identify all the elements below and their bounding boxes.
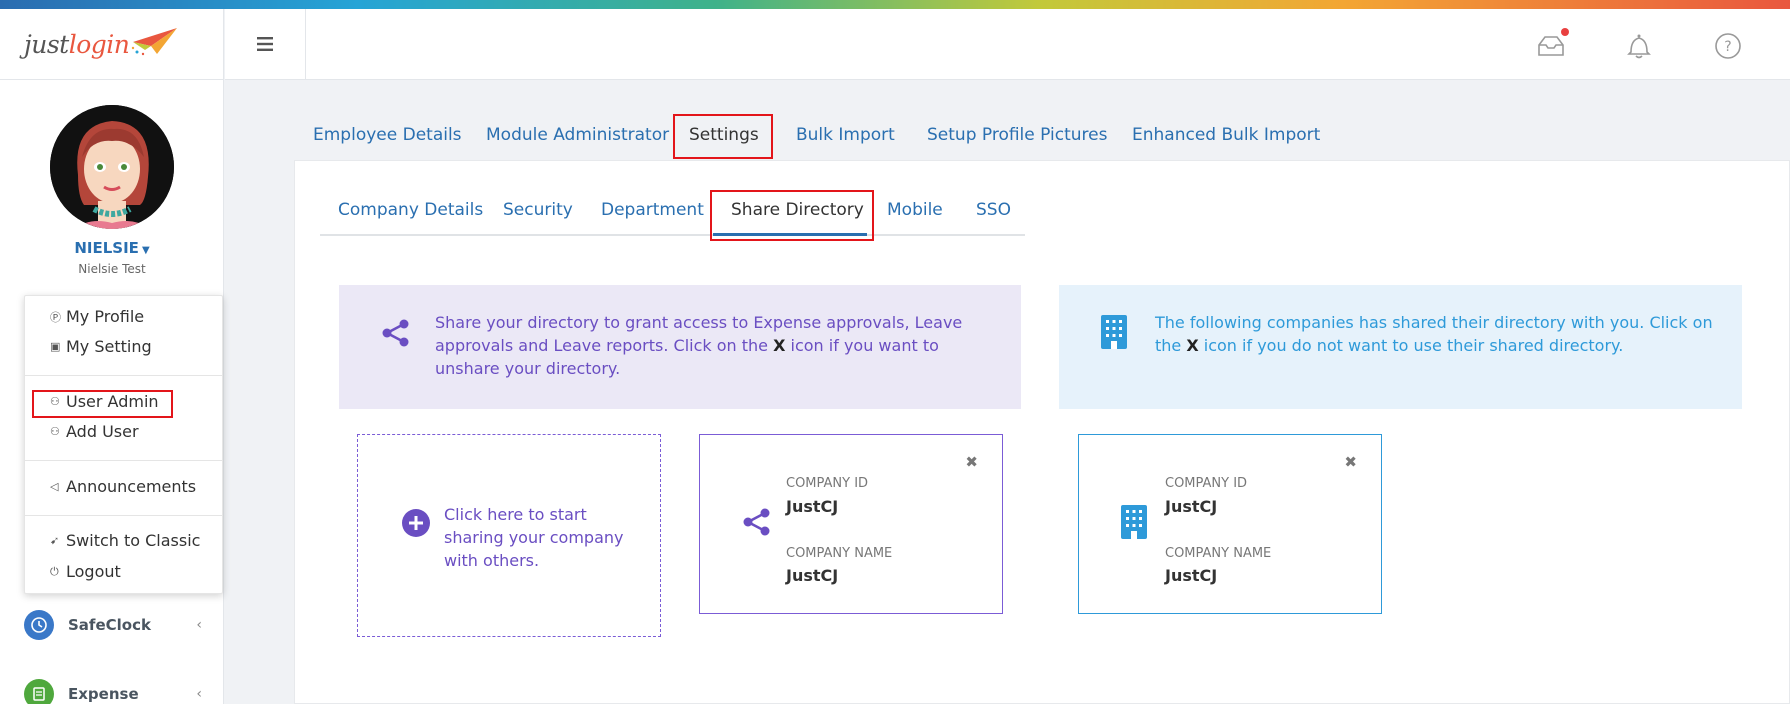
menu-item-my-profile[interactable]: Ⓟ My Profile — [50, 307, 144, 326]
setting-icon: ▣ — [50, 340, 61, 353]
notifications-button[interactable] — [1623, 30, 1655, 62]
settings-tab-highlight — [673, 114, 773, 159]
tab-company-details[interactable]: Company Details — [338, 200, 483, 220]
menu-item-label: Logout — [66, 562, 121, 581]
unshare-close-icon[interactable]: ✖ — [965, 453, 978, 471]
share-icon — [382, 319, 409, 347]
profile-icon: Ⓟ — [50, 310, 61, 324]
tab-setup-profile-pictures[interactable]: Setup Profile Pictures — [927, 125, 1107, 145]
share-company-add-card[interactable]: Click here to start sharing your company… — [357, 434, 661, 637]
shared-info-text: The following companies has shared their… — [1155, 311, 1715, 357]
menu-item-my-setting[interactable]: ▣ My Setting — [50, 337, 152, 356]
inbox-icon — [1538, 36, 1564, 56]
tab-employee-details[interactable]: Employee Details — [313, 125, 462, 145]
shared-with-you-info-banner: The following companies has shared their… — [1059, 285, 1742, 409]
remove-close-icon[interactable]: ✖ — [1344, 453, 1357, 471]
user-name-dropdown[interactable]: NIELSIE ▼ — [0, 239, 224, 257]
share-icon — [743, 508, 770, 536]
tab-security[interactable]: Security — [503, 200, 573, 220]
user-admin-highlight — [32, 390, 173, 418]
logo[interactable]: just login — [0, 9, 223, 80]
menu-item-label: Announcements — [66, 477, 197, 496]
menu-item-label: My Profile — [66, 307, 145, 326]
bell-icon — [1627, 34, 1651, 59]
shared-info-text-part: icon if you do not want to use their sha… — [1198, 336, 1624, 355]
svg-text:?: ? — [1724, 39, 1731, 55]
sidebar-item-label: Expense — [68, 685, 139, 703]
company-id-value: JustCJ — [1165, 497, 1218, 516]
x-emphasis: X — [773, 336, 786, 355]
company-id-value: JustCJ — [786, 497, 839, 516]
company-name-label: COMPANY NAME — [1165, 546, 1272, 561]
clock-icon — [24, 610, 54, 640]
paper-plane-icon: ➹ — [50, 534, 60, 547]
add-user-icon: ⚇ — [50, 425, 60, 438]
company-name-label: COMPANY NAME — [786, 546, 893, 561]
building-icon — [1101, 315, 1127, 349]
logo-text-login: login — [68, 29, 130, 59]
menu-item-add-user[interactable]: ⚇ Add User — [50, 422, 139, 441]
company-id-label: COMPANY ID — [1165, 476, 1248, 491]
add-card-text: Click here to start sharing your company… — [444, 505, 624, 570]
share-info-text: Share your directory to grant access to … — [435, 311, 995, 380]
menu-item-label: Switch to Classic — [66, 531, 201, 550]
sidebar-item-expense[interactable]: Expense ‹ — [0, 667, 224, 704]
menu-divider — [25, 515, 222, 516]
profile-dropdown-menu: Ⓟ My Profile ▣ My Setting ⚇ User Admin ⚇ Add… — [24, 295, 223, 594]
top-bar: ? — [225, 9, 1790, 80]
menu-toggle-button[interactable] — [225, 9, 306, 79]
menu-divider — [25, 375, 222, 376]
tab-department[interactable]: Department — [601, 200, 704, 220]
paper-plane-logo-icon — [132, 28, 178, 56]
avatar-illustration-icon — [50, 105, 174, 229]
sidebar-item-label: SafeClock — [68, 616, 151, 634]
help-button[interactable]: ? — [1712, 30, 1744, 62]
user-subtitle: Nielsie Test — [78, 262, 146, 276]
plus-circle-icon — [402, 509, 430, 537]
inbox-button[interactable] — [1535, 28, 1569, 62]
megaphone-icon: ◁ — [50, 480, 59, 493]
chevron-left-icon: ‹ — [196, 617, 202, 633]
shared-company-card: ✖ COMPANY ID JustCJ COMPANY NAME JustCJ — [699, 434, 1003, 614]
power-icon: ⏻ — [50, 564, 59, 578]
tab-module-administrator[interactable]: Module Administrator — [486, 125, 669, 145]
share-directory-info-banner: Share your directory to grant access to … — [339, 285, 1021, 409]
shared-company-card: ✖ COMPANY ID JustCJ COMPANY NAME JustCJ — [1078, 434, 1382, 614]
sidebar-item-safeclock[interactable]: SafeClock ‹ — [0, 598, 224, 652]
tab-bulk-import[interactable]: Bulk Import — [796, 125, 895, 145]
subtabs-underline — [320, 234, 1025, 236]
menu-item-announcements[interactable]: ◁ Announcements — [50, 477, 196, 496]
menu-item-switch-to-classic[interactable]: ➹ Switch to Classic — [50, 531, 200, 550]
tab-mobile[interactable]: Mobile — [887, 200, 943, 220]
building-icon — [1121, 505, 1147, 539]
notification-dot — [1561, 28, 1569, 36]
share-directory-tab-highlight — [710, 190, 874, 241]
top-color-bar — [0, 0, 1790, 9]
help-icon: ? — [1715, 33, 1741, 59]
menu-divider — [25, 460, 222, 461]
tab-enhanced-bulk-import[interactable]: Enhanced Bulk Import — [1132, 125, 1320, 145]
menu-item-label: Add User — [66, 422, 139, 441]
menu-item-label: My Setting — [66, 337, 152, 356]
tab-sso[interactable]: SSO — [976, 200, 1011, 220]
logo-text-just: just — [24, 29, 69, 59]
company-name-value: JustCJ — [1165, 566, 1218, 585]
receipt-icon — [24, 679, 54, 704]
company-name-value: JustCJ — [786, 566, 839, 585]
menu-item-logout[interactable]: ⏻ Logout — [50, 562, 121, 581]
menu-icon — [257, 37, 273, 51]
avatar[interactable] — [50, 105, 174, 229]
caret-down-icon: ▼ — [141, 245, 150, 256]
chevron-left-icon: ‹ — [196, 686, 202, 702]
x-emphasis: X — [1186, 336, 1199, 355]
user-name: NIELSIE — [74, 239, 139, 257]
company-id-label: COMPANY ID — [786, 476, 869, 491]
